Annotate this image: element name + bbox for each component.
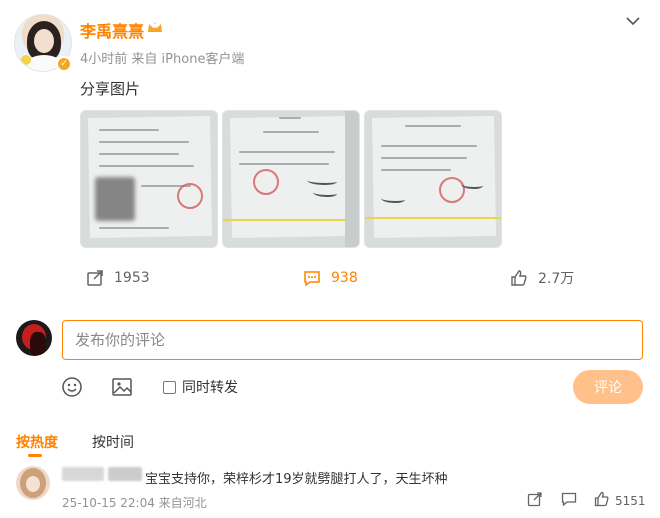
repost-icon — [87, 270, 103, 286]
repost-count: 1953 — [114, 270, 150, 286]
submit-comment-button[interactable]: 评论 — [573, 370, 643, 404]
like-button[interactable]: 2.7万 — [510, 264, 574, 292]
chevron-down-icon[interactable] — [626, 16, 640, 26]
reply-icon[interactable] — [561, 491, 577, 507]
comment-meta: 25-10-15 22:04 来自河北 — [62, 496, 207, 510]
current-user-avatar[interactable] — [16, 320, 52, 356]
emoji-icon[interactable] — [61, 376, 83, 398]
commenter-badge-redacted — [108, 467, 142, 481]
post-source: 来自 iPhone客户端 — [131, 52, 245, 67]
crown-icon — [148, 22, 162, 32]
comment-text: 宝宝支持你，荣梓杉才19岁就劈腿打人了，天生坏种 — [145, 472, 448, 487]
comment-button[interactable]: 938 — [303, 264, 358, 292]
post-time[interactable]: 4小时前 — [80, 52, 127, 67]
post-actions: 1953 938 2.7万 — [0, 264, 660, 292]
tab-sort-by-hot[interactable]: 按热度 — [16, 432, 58, 452]
active-tab-indicator — [28, 454, 42, 457]
comment-icon — [304, 271, 320, 287]
comment-input[interactable] — [62, 320, 643, 360]
document-photo-1[interactable] — [80, 110, 218, 248]
post-meta: 4小时前 来自 iPhone客户端 — [80, 48, 244, 67]
comment-count: 938 — [331, 270, 358, 286]
image-icon[interactable] — [111, 376, 133, 398]
forward-checkbox[interactable] — [163, 380, 176, 394]
like-icon[interactable] — [594, 491, 610, 507]
like-icon — [511, 270, 527, 286]
tab-sort-by-time[interactable]: 按时间 — [92, 432, 134, 452]
forward-label: 同时转发 — [182, 380, 238, 396]
share-icon[interactable] — [527, 491, 543, 507]
document-photo-3[interactable] — [364, 110, 502, 248]
verified-badge: ✓ — [56, 56, 72, 72]
like-count: 2.7万 — [538, 271, 575, 287]
forward-option[interactable]: 同时转发 — [163, 377, 238, 397]
document-photo-2[interactable] — [222, 110, 360, 248]
post-text: 分享图片 — [80, 80, 141, 98]
post-header: ✓ 李禹熹熹 4小时前 来自 iPhone客户端 — [14, 14, 646, 74]
author-name[interactable]: 李禹熹熹 — [80, 18, 144, 42]
commenter-avatar[interactable] — [16, 466, 50, 500]
comment-like-count: 5151 — [615, 494, 646, 508]
commenter-name-redacted — [62, 467, 104, 481]
repost-button[interactable]: 1953 — [86, 264, 150, 292]
